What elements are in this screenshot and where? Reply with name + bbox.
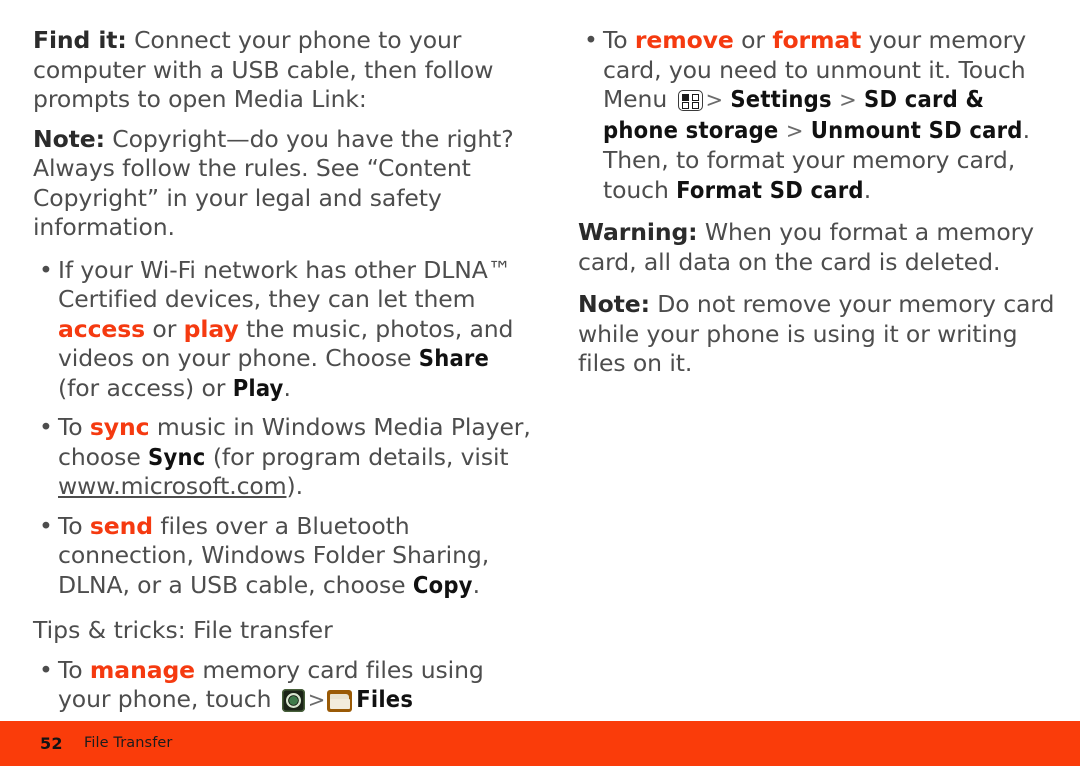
ui-label-settings: Settings: [730, 85, 832, 113]
remove-run-1: To: [603, 26, 635, 54]
remove-format-bullet: • To remove or format your memory card, y…: [578, 26, 1058, 205]
page-number: 52: [40, 734, 63, 753]
apps-launcher-icon[interactable]: [281, 689, 305, 712]
note-paragraph: Note: Copyright—do you have the right? A…: [33, 125, 533, 243]
remove-run-2: or: [733, 26, 773, 54]
warning-paragraph: Warning: When you format a memory card, …: [578, 218, 1058, 277]
chevron-separator: >: [785, 118, 804, 143]
find-it-paragraph: Find it: Connect your phone to your comp…: [33, 26, 533, 115]
sync-run-4: ).: [286, 472, 304, 500]
folder-icon[interactable]: [327, 690, 353, 712]
dlna-accent-access: access: [58, 314, 146, 343]
ui-label-share: Share: [418, 344, 490, 372]
footer-section-title: File Transfer: [84, 735, 173, 751]
chevron-separator: >: [705, 88, 724, 112]
remove-accent: remove: [634, 26, 734, 54]
bullet-marker: •: [39, 511, 53, 540]
note-paragraph-right: Note: Do not remove your memory card whi…: [578, 290, 1058, 379]
ui-label-format-sd-card: Format SD card: [676, 175, 864, 204]
warning-label: Warning:: [578, 218, 698, 246]
ui-label-files: Files: [356, 685, 414, 713]
note-text: Copyright—do you have the right? Always …: [33, 124, 514, 242]
left-column: Find it: Connect your phone to your comp…: [33, 26, 533, 718]
sync-accent: sync: [89, 413, 150, 441]
page-footer: 52 File Transfer: [0, 721, 1080, 766]
manage-accent: manage: [89, 655, 196, 684]
tips-heading: Tips & tricks: File transfer: [33, 616, 333, 644]
send-bullet: • To send files over a Bluetooth connecti…: [33, 512, 533, 601]
bullet-marker: •: [584, 26, 598, 54]
ui-label-sync: Sync: [148, 442, 206, 471]
manage-run-1: To: [58, 655, 90, 684]
ui-label-play: Play: [232, 373, 284, 402]
manual-page: Find it: Connect your phone to your comp…: [0, 0, 1080, 766]
microsoft-link[interactable]: www.microsoft.com: [58, 472, 287, 500]
manage-bullet: • To manage memory card files using your …: [33, 656, 533, 716]
dlna-run-1: If your Wi-Fi network has other DLNA™ Ce…: [58, 255, 512, 314]
dlna-run-2: or: [145, 314, 184, 343]
right-column: • To remove or format your memory card, y…: [578, 26, 1058, 381]
send-run-1: To: [58, 511, 90, 540]
format-accent: format: [772, 26, 862, 54]
chevron-separator: >: [839, 88, 857, 112]
dlna-run-5: .: [283, 373, 291, 402]
sync-run-1: To: [58, 413, 90, 441]
dlna-run-4: (for access) or: [58, 373, 233, 402]
sync-bullet: • To sync music in Windows Media Player, …: [33, 413, 533, 502]
menu-grid-icon[interactable]: [677, 90, 703, 111]
ui-label-unmount-sd-card: Unmount SD card: [810, 115, 1023, 144]
note-text: Do not remove your memory card while you…: [578, 290, 1055, 377]
dlna-accent-play: play: [183, 314, 239, 343]
sync-run-3: (for program details, visit: [205, 442, 509, 471]
remove-run-5: .: [863, 175, 872, 204]
find-it-label: Find it:: [33, 26, 127, 54]
note-label: Note:: [33, 124, 105, 153]
chevron-separator: >: [307, 688, 326, 712]
send-run-3: .: [472, 570, 481, 599]
bullet-marker: •: [39, 255, 53, 284]
ui-label-copy: Copy: [412, 570, 473, 599]
send-accent: send: [89, 511, 153, 540]
note-label: Note:: [578, 290, 650, 318]
bullet-marker: •: [39, 413, 53, 441]
bullet-marker: •: [39, 655, 53, 684]
dlna-bullet: • If your Wi-Fi network has other DLNA™ C…: [33, 256, 533, 404]
